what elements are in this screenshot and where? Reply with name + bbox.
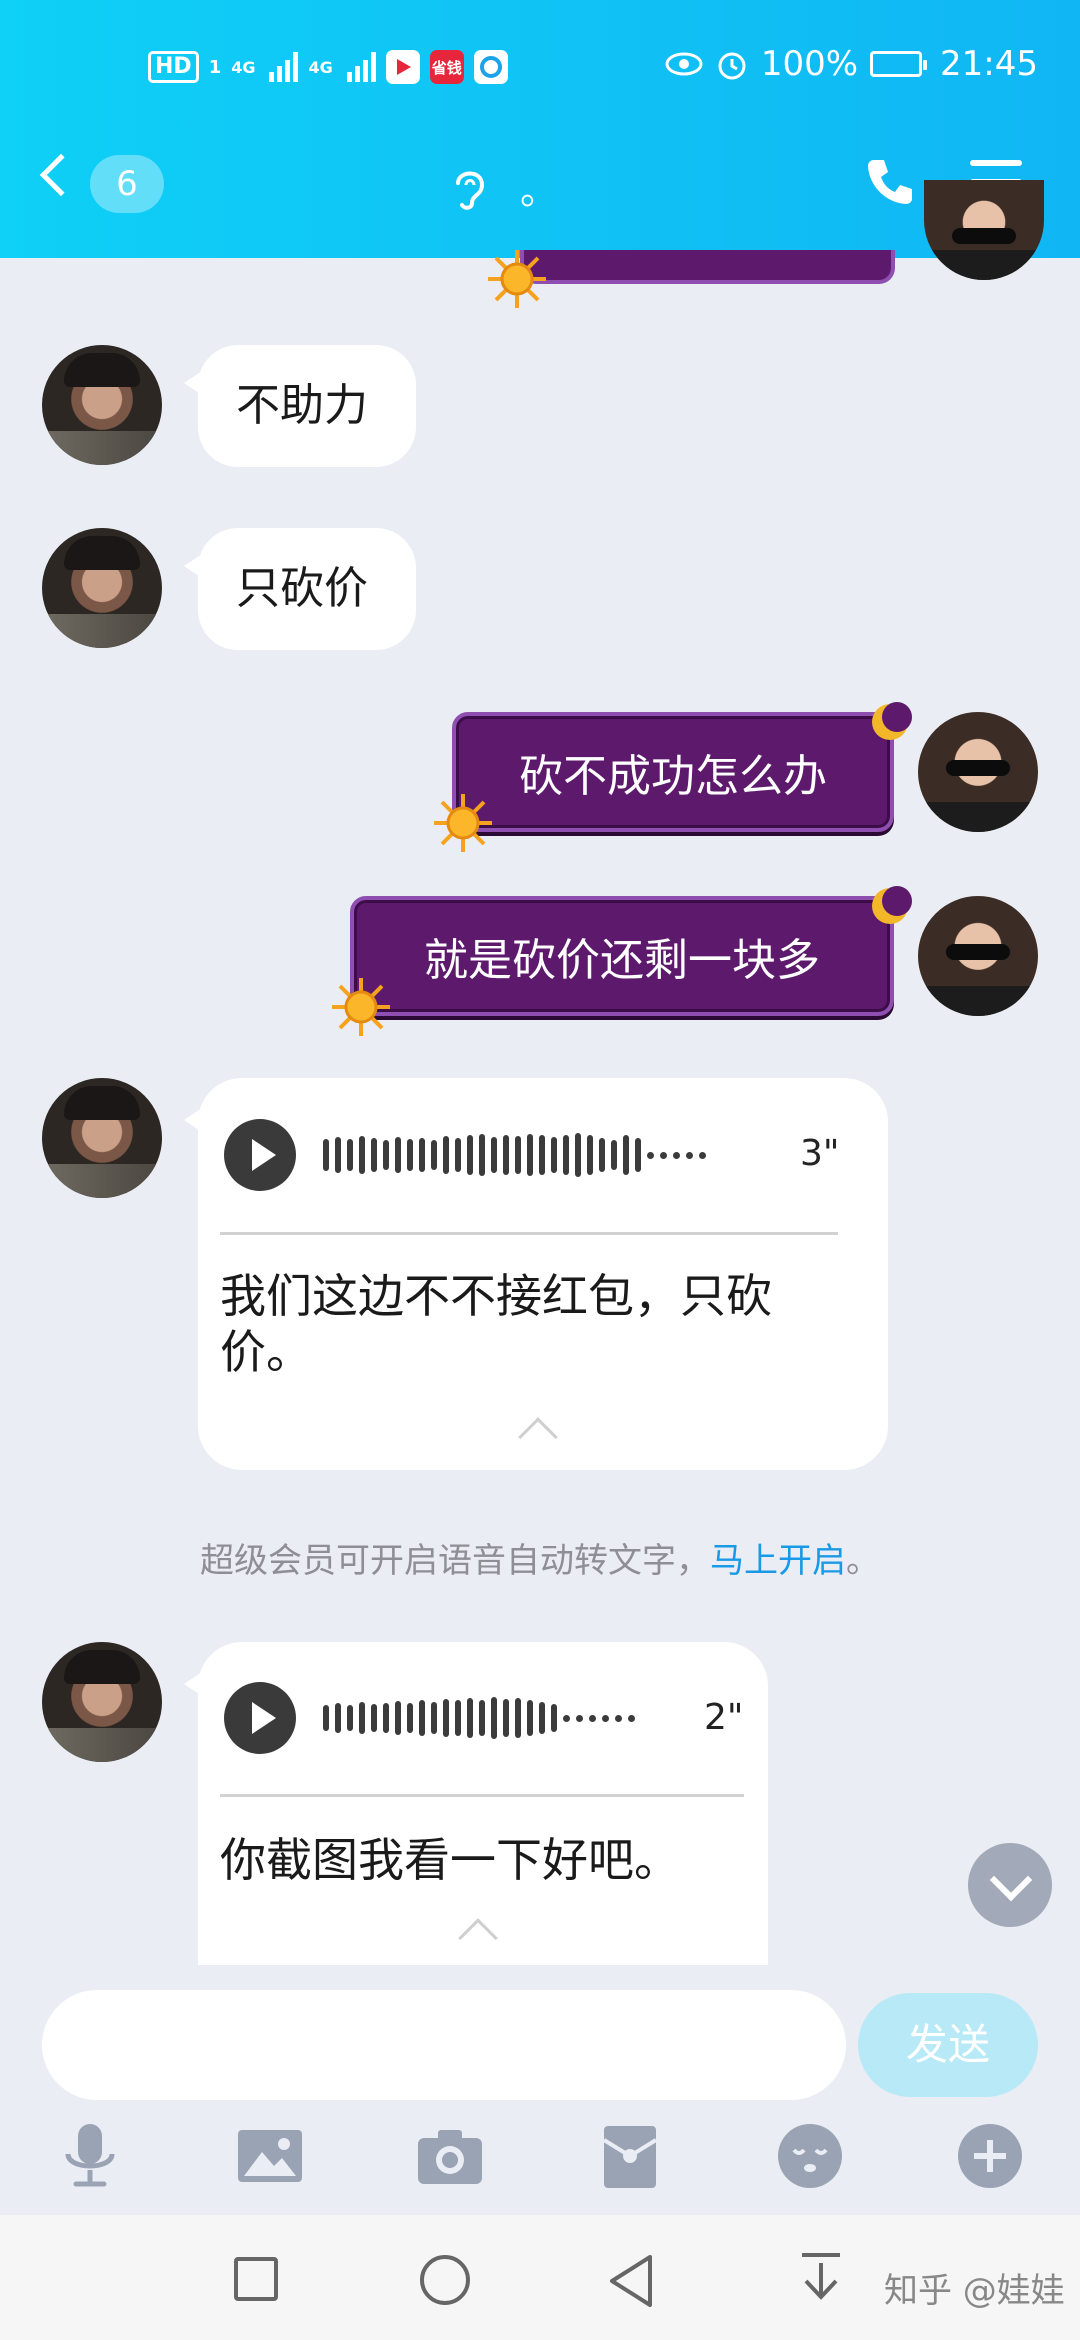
scroll-to-bottom-button[interactable] <box>968 1843 1052 1927</box>
clock: 21:45 <box>940 44 1038 84</box>
sim-indicator: 1 <box>208 56 222 78</box>
recent-apps-icon[interactable] <box>234 2257 278 2301</box>
chat-title: 。 <box>450 160 558 215</box>
collapse-chevron-icon[interactable] <box>458 1918 498 1958</box>
waveform-icon <box>323 1125 706 1185</box>
network-type-1: 4G <box>231 57 256 77</box>
system-nav-bar: 知乎 @娃娃 <box>0 2215 1080 2340</box>
my-avatar[interactable] <box>918 712 1038 832</box>
play-icon[interactable] <box>224 1682 296 1754</box>
image-icon[interactable] <box>234 2120 306 2192</box>
camera-icon[interactable] <box>414 2120 486 2192</box>
moon-sticker-icon <box>872 702 912 740</box>
voice-message-bubble[interactable]: 3" 我们这边不不接红包，只砍价。 <box>184 1078 888 1470</box>
divider <box>220 1794 744 1797</box>
shopping-app-icon: 省钱 <box>429 50 464 84</box>
system-note-end: 。 <box>846 1541 880 1581</box>
moon-sticker-icon <box>872 886 912 924</box>
voice-transcript: 你截图我看一下好吧。 <box>220 1833 680 1887</box>
previous-message-bubble <box>520 250 895 284</box>
enable-now-link[interactable]: 马上开启 <box>710 1541 846 1581</box>
eye-icon <box>665 52 703 76</box>
network-type-2: 4G <box>308 57 333 77</box>
chat-header: HD 1 4G 4G 省钱 100% 21:45 6 。 <box>0 0 1080 258</box>
my-avatar[interactable] <box>918 896 1038 1016</box>
collapse-chevron-icon[interactable] <box>518 1417 558 1457</box>
message-text: 不助力 <box>236 380 368 431</box>
contact-avatar[interactable] <box>42 1642 162 1762</box>
my-message-bubble[interactable]: 就是砍价还剩一块多 <box>350 896 894 1016</box>
voice-transcript: 我们这边不不接红包，只砍价。 <box>220 1269 772 1379</box>
unread-count-badge[interactable]: 6 <box>90 155 164 213</box>
battery-icon <box>870 51 928 77</box>
back-chevron-icon[interactable] <box>39 153 83 197</box>
alarm-icon <box>718 52 746 80</box>
battery-percent: 100% <box>760 44 859 84</box>
signal-icon-2 <box>346 52 376 82</box>
message-text: 就是砍价还剩一块多 <box>424 935 820 986</box>
signal-icon <box>269 52 299 82</box>
my-message-bubble[interactable]: 砍不成功怎么办 <box>452 712 894 832</box>
title-text: 。 <box>520 169 559 213</box>
home-icon[interactable] <box>420 2255 470 2305</box>
input-bar: 发送 <box>0 1965 1080 2215</box>
phone-icon[interactable] <box>862 154 918 210</box>
voice-message-bubble[interactable]: 2" 你截图我看一下好吧。 <box>184 1642 768 1965</box>
microphone-icon[interactable] <box>54 2120 126 2192</box>
contact-avatar[interactable] <box>42 345 162 465</box>
ear-icon <box>456 171 485 210</box>
status-bar-right: 100% 21:45 <box>665 44 1038 84</box>
status-bar-left: HD 1 4G 4G 省钱 <box>148 50 508 84</box>
plus-icon[interactable] <box>954 2120 1026 2192</box>
sun-sticker-icon <box>488 250 546 308</box>
video-app-icon <box>385 50 420 84</box>
message-text: 砍不成功怎么办 <box>519 751 827 802</box>
voice-duration: 3" <box>800 1133 840 1174</box>
message-bubble[interactable]: 只砍价 <box>184 528 416 650</box>
divider <box>220 1232 838 1235</box>
hd-indicator: HD <box>148 51 199 83</box>
notification-pulldown-icon[interactable] <box>798 2249 844 2305</box>
previous-avatar <box>924 180 1044 280</box>
message-text: 只砍价 <box>236 563 368 614</box>
contact-avatar[interactable] <box>42 1078 162 1198</box>
system-note: 超级会员可开启语音自动转文字，马上开启。 <box>0 1533 1080 1582</box>
red-packet-icon[interactable] <box>594 2120 666 2192</box>
message-input[interactable] <box>42 1990 846 2100</box>
voice-duration: 2" <box>704 1697 744 1738</box>
sun-sticker-icon <box>434 794 492 852</box>
contact-avatar[interactable] <box>42 528 162 648</box>
sun-sticker-icon <box>332 978 390 1036</box>
browser-app-icon <box>473 50 508 84</box>
send-button[interactable]: 发送 <box>858 1993 1038 2097</box>
emoji-icon[interactable] <box>774 2120 846 2192</box>
message-bubble[interactable]: 不助力 <box>184 345 416 467</box>
back-triangle-icon[interactable] <box>606 2253 656 2309</box>
system-note-text: 超级会员可开启语音自动转文字， <box>200 1541 710 1581</box>
play-icon[interactable] <box>224 1119 296 1191</box>
waveform-icon <box>323 1688 635 1748</box>
watermark-text: 知乎 @娃娃 <box>884 2271 1065 2311</box>
